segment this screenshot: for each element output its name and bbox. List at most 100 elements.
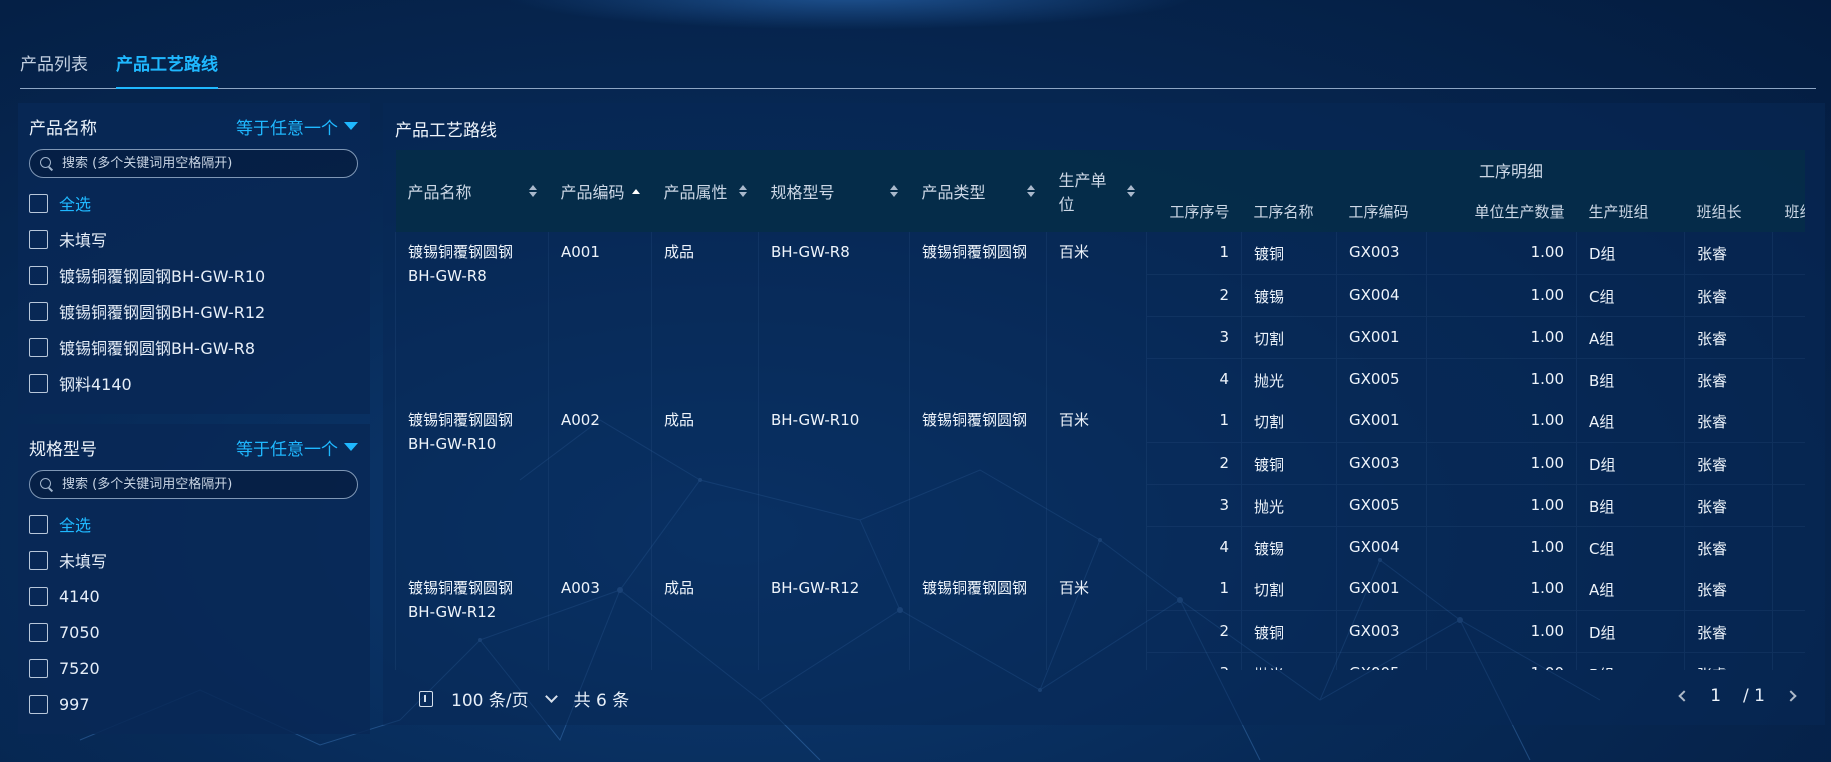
sort-icon[interactable] xyxy=(738,185,747,197)
filter-option-select-all[interactable]: 全选 xyxy=(29,185,358,221)
table-row[interactable]: 镀锡铜覆钢圆钢BH-GW-R8 A001 成品 BH-GW-R8 镀锡铜覆钢圆钢 百米 1 镀… xyxy=(395,232,1805,400)
search-icon xyxy=(40,477,54,492)
cell-spec: BH-GW-R8 xyxy=(758,232,910,400)
cell-team-leader: 张睿 xyxy=(1684,568,1773,610)
checkbox[interactable] xyxy=(29,193,48,213)
filter-option[interactable]: 7050 xyxy=(29,614,358,650)
column-header-product-code[interactable]: 产品编码 xyxy=(548,150,652,232)
column-header-product-type[interactable]: 产品类型 xyxy=(909,150,1047,232)
filter-search-input[interactable] xyxy=(62,156,357,171)
cell-team-extra xyxy=(1771,609,1805,652)
column-header-step-name: 工序名称 xyxy=(1241,190,1337,232)
table-row[interactable]: 镀锡铜覆钢圆钢BH-GW-R12 A003 成品 BH-GW-R12 镀锡铜覆钢圆钢 百米… xyxy=(395,568,1805,670)
filter-option[interactable]: 镀锡铜覆钢圆钢BH-GW-R12 xyxy=(29,293,358,329)
cell-product-type: 镀锡铜覆钢圆钢 xyxy=(909,232,1047,400)
cell-step-no: 4 xyxy=(1146,525,1242,568)
cell-unit: 百米 xyxy=(1046,400,1147,568)
cell-product-type: 镀锡铜覆钢圆钢 xyxy=(909,568,1047,670)
prev-page-icon[interactable] xyxy=(1678,690,1690,702)
cell-team-extra xyxy=(1771,232,1805,274)
cell-step-no: 2 xyxy=(1146,441,1242,484)
cell-team: B组 xyxy=(1576,483,1685,526)
cell-team-extra xyxy=(1771,441,1805,484)
cell-team-extra xyxy=(1771,651,1805,670)
cell-team-leader: 张睿 xyxy=(1684,357,1773,400)
filter-option[interactable]: 997 xyxy=(29,686,358,722)
checkbox[interactable] xyxy=(29,373,48,393)
filter-mode-label: 等于任意一个 xyxy=(236,118,338,139)
checkbox[interactable] xyxy=(29,265,48,285)
checkbox[interactable] xyxy=(29,586,48,606)
cell-step-name: 镀铜 xyxy=(1241,441,1337,484)
cell-team-extra xyxy=(1771,315,1805,358)
panel-title: 产品工艺路线 xyxy=(395,121,497,141)
tab-product-list[interactable]: 产品列表 xyxy=(20,38,88,88)
chevron-down-icon[interactable] xyxy=(544,689,558,703)
group-header-steps: 工序明细 xyxy=(1146,150,1805,190)
filter-title: 产品名称 xyxy=(29,118,97,139)
cell-step-no: 1 xyxy=(1146,232,1242,274)
filter-search-input[interactable] xyxy=(62,477,357,492)
cell-team: A组 xyxy=(1576,568,1685,610)
cell-team-leader: 张睿 xyxy=(1684,400,1773,442)
checkbox[interactable] xyxy=(29,622,48,642)
filter-option[interactable]: 4140 xyxy=(29,578,358,614)
cell-product-name: 镀锡铜覆钢圆钢BH-GW-R12 xyxy=(395,568,549,670)
current-page[interactable]: 1 xyxy=(1710,686,1721,706)
filter-option-select-all[interactable]: 全选 xyxy=(29,506,358,542)
column-header-unit[interactable]: 生产单位 xyxy=(1046,150,1147,232)
checkbox[interactable] xyxy=(29,694,48,714)
pagination-right: 1 / 1 xyxy=(1678,686,1797,706)
cell-step-name: 切割 xyxy=(1241,400,1337,442)
route-table-scroll[interactable]: 产品名称 产品编码 产品属性 规格型号 产品类型 生产单位 工序明细 工序序号 … xyxy=(395,150,1805,670)
filter-option[interactable]: 未填写 xyxy=(29,542,358,578)
checkbox[interactable] xyxy=(29,658,48,678)
filter-option[interactable]: 钢料4140 xyxy=(29,365,358,401)
cell-step-code: GX005 xyxy=(1336,357,1427,400)
column-header-product-name[interactable]: 产品名称 xyxy=(395,150,549,232)
column-header-spec[interactable]: 规格型号 xyxy=(758,150,910,232)
cell-team-extra xyxy=(1771,568,1805,610)
filter-mode-dropdown[interactable]: 等于任意一个 xyxy=(236,435,358,460)
cell-team: C组 xyxy=(1576,525,1685,568)
cell-team-extra xyxy=(1771,357,1805,400)
cell-step-name: 抛光 xyxy=(1241,483,1337,526)
cell-team: D组 xyxy=(1576,232,1685,274)
checkbox[interactable] xyxy=(29,514,48,534)
filter-option[interactable]: 未填写 xyxy=(29,221,358,257)
filter-option[interactable]: 镀锡铜覆钢圆钢BH-GW-R8 xyxy=(29,329,358,365)
filter-spec-model: 规格型号 等于任意一个 全选 未填写 4140 7050 7520 997 xyxy=(18,424,370,734)
cell-product-name: 镀锡铜覆钢圆钢BH-GW-R8 xyxy=(395,232,549,400)
sort-icon[interactable] xyxy=(889,185,898,197)
table-row[interactable]: 镀锡铜覆钢圆钢BH-GW-R10 A002 成品 BH-GW-R10 镀锡铜覆钢圆钢 百米… xyxy=(395,400,1805,568)
sort-asc-icon[interactable] xyxy=(631,188,640,194)
filter-mode-dropdown[interactable]: 等于任意一个 xyxy=(236,114,358,139)
filter-option[interactable]: 镀锡铜覆钢圆钢BH-GW-R10 xyxy=(29,257,358,293)
column-header-product-attr[interactable]: 产品属性 xyxy=(651,150,759,232)
cell-team-leader: 张睿 xyxy=(1684,651,1773,670)
cell-team-extra xyxy=(1771,273,1805,316)
cell-step-no: 3 xyxy=(1146,483,1242,526)
next-page-icon[interactable] xyxy=(1785,690,1797,702)
cell-step-no: 2 xyxy=(1146,273,1242,316)
cell-step-code: GX003 xyxy=(1336,232,1427,274)
cell-product-type: 镀锡铜覆钢圆钢 xyxy=(909,400,1047,568)
sort-icon[interactable] xyxy=(528,185,537,197)
cell-step-name: 抛光 xyxy=(1241,651,1337,670)
cell-unit: 百米 xyxy=(1046,568,1147,670)
sort-icon[interactable] xyxy=(1126,185,1135,197)
tab-product-route[interactable]: 产品工艺路线 xyxy=(116,38,218,89)
checkbox[interactable] xyxy=(29,337,48,357)
checkbox[interactable] xyxy=(29,229,48,249)
checkbox[interactable] xyxy=(29,550,48,570)
cell-unit-qty: 1.00 xyxy=(1426,400,1577,442)
checkbox[interactable] xyxy=(29,301,48,321)
filter-option[interactable]: 7520 xyxy=(29,650,358,686)
cell-unit: 百米 xyxy=(1046,232,1147,400)
column-header-team-extra: 班组 xyxy=(1772,190,1805,232)
cell-team-extra xyxy=(1771,525,1805,568)
sort-icon[interactable] xyxy=(1026,185,1035,197)
page-size-select[interactable]: 100 条/页 xyxy=(451,686,529,711)
column-header-step-code: 工序编码 xyxy=(1336,190,1427,232)
filter-product-name: 产品名称 等于任意一个 全选 未填写 镀锡铜覆钢圆钢BH-GW-R10 镀锡铜覆… xyxy=(18,103,370,414)
